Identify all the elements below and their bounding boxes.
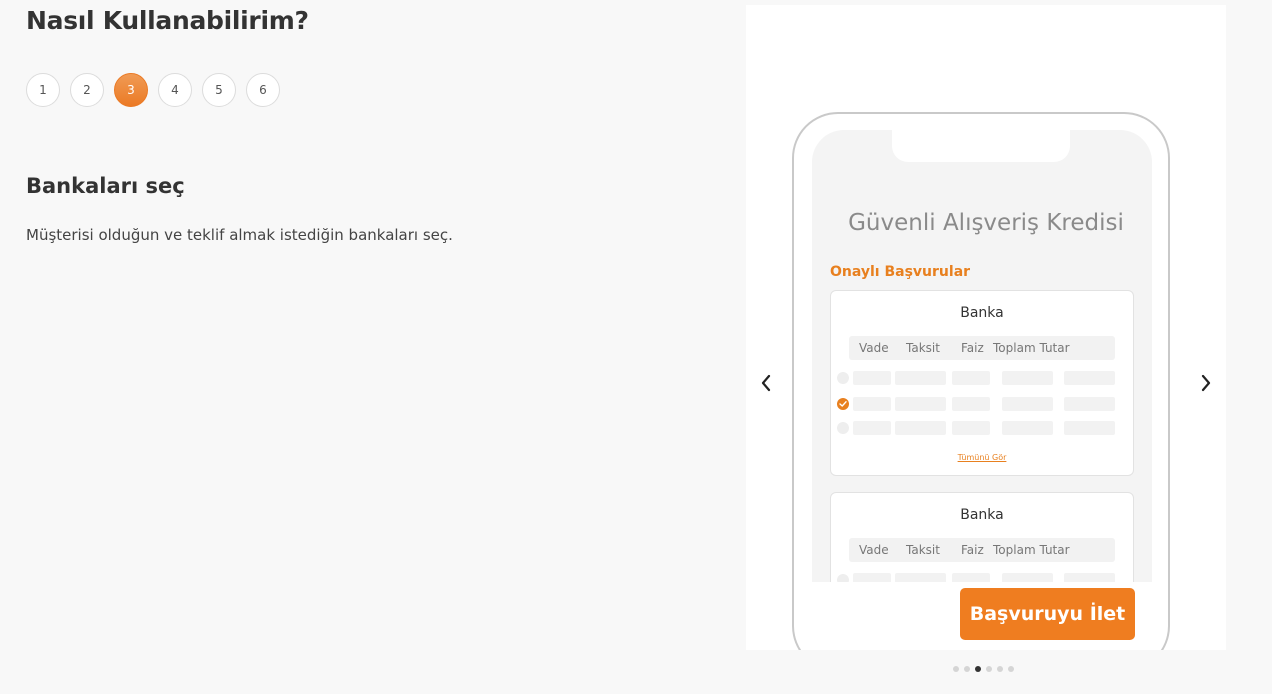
- bank-card-title: Banka: [960, 305, 1004, 321]
- placeholder-cell: [1002, 397, 1053, 411]
- step-description: Müşterisi olduğun ve teklif almak istedi…: [26, 226, 453, 244]
- submit-application-button[interactable]: Başvuruyu İlet: [960, 588, 1135, 640]
- carousel-dot[interactable]: [1008, 666, 1014, 672]
- step-title: Bankaları seç: [26, 174, 185, 198]
- placeholder-cell: [1064, 421, 1115, 435]
- column-header: Vade: [859, 341, 889, 355]
- step-selector: 1 2 3 4 5 6: [26, 73, 280, 107]
- placeholder-cell: [895, 371, 946, 385]
- row-radio-checked[interactable]: [837, 398, 849, 410]
- placeholder-cell: [1002, 421, 1053, 435]
- step-button-3[interactable]: 3: [114, 73, 148, 107]
- carousel-dot[interactable]: [953, 666, 959, 672]
- bank-card-title: Banka: [960, 507, 1004, 523]
- step-button-6[interactable]: 6: [246, 73, 280, 107]
- column-header: Faiz: [961, 341, 984, 355]
- carousel-dots: [953, 666, 1014, 672]
- placeholder-cell: [1002, 371, 1053, 385]
- submit-bar: Başvuruyu İlet: [812, 582, 1152, 650]
- table-header: Vade Taksit Faiz Toplam Tutar: [849, 538, 1115, 562]
- step-button-2[interactable]: 2: [70, 73, 104, 107]
- placeholder-cell: [853, 421, 891, 435]
- bank-card: Banka Vade Taksit Faiz Toplam Tutar: [830, 290, 1134, 476]
- phone-notch: [892, 130, 1070, 162]
- slider-prev-button[interactable]: [754, 365, 778, 401]
- column-header: Vade: [859, 543, 889, 557]
- table-header: Vade Taksit Faiz Toplam Tutar: [849, 336, 1115, 360]
- page-title: Nasıl Kullanabilirim?: [26, 6, 309, 35]
- carousel-dot[interactable]: [964, 666, 970, 672]
- placeholder-cell: [952, 371, 990, 385]
- column-header: Toplam Tutar: [993, 341, 1070, 355]
- placeholder-cell: [853, 371, 891, 385]
- chevron-left-icon: [761, 374, 771, 392]
- step-button-4[interactable]: 4: [158, 73, 192, 107]
- placeholder-cell: [1064, 371, 1115, 385]
- chevron-right-icon: [1201, 374, 1211, 392]
- placeholder-cell: [952, 397, 990, 411]
- step-button-1[interactable]: 1: [26, 73, 60, 107]
- column-header: Taksit: [906, 341, 940, 355]
- column-header: Faiz: [961, 543, 984, 557]
- placeholder-cell: [853, 397, 891, 411]
- check-icon: [839, 401, 847, 407]
- image-slider: Güvenli Alışveriş Kredisi Onaylı Başvuru…: [746, 5, 1226, 650]
- row-radio[interactable]: [837, 372, 849, 384]
- slider-next-button[interactable]: [1194, 365, 1218, 401]
- phone-mockup: Güvenli Alışveriş Kredisi Onaylı Başvuru…: [792, 112, 1170, 650]
- placeholder-cell: [895, 421, 946, 435]
- how-to-use-page: Nasıl Kullanabilirim? 1 2 3 4 5 6 Bankal…: [0, 0, 1272, 694]
- column-header: Toplam Tutar: [993, 543, 1070, 557]
- carousel-dot[interactable]: [997, 666, 1003, 672]
- placeholder-cell: [1064, 397, 1115, 411]
- row-radio[interactable]: [837, 422, 849, 434]
- placeholder-cell: [895, 397, 946, 411]
- app-title: Güvenli Alışveriş Kredisi: [848, 210, 1124, 236]
- approved-applications-label: Onaylı Başvurular: [830, 264, 971, 280]
- phone-screen: Güvenli Alışveriş Kredisi Onaylı Başvuru…: [812, 130, 1152, 650]
- placeholder-cell: [952, 421, 990, 435]
- step-button-5[interactable]: 5: [202, 73, 236, 107]
- carousel-dot[interactable]: [986, 666, 992, 672]
- column-header: Taksit: [906, 543, 940, 557]
- carousel-dot-active[interactable]: [975, 666, 981, 672]
- see-all-link[interactable]: Tümünü Gör: [831, 453, 1133, 462]
